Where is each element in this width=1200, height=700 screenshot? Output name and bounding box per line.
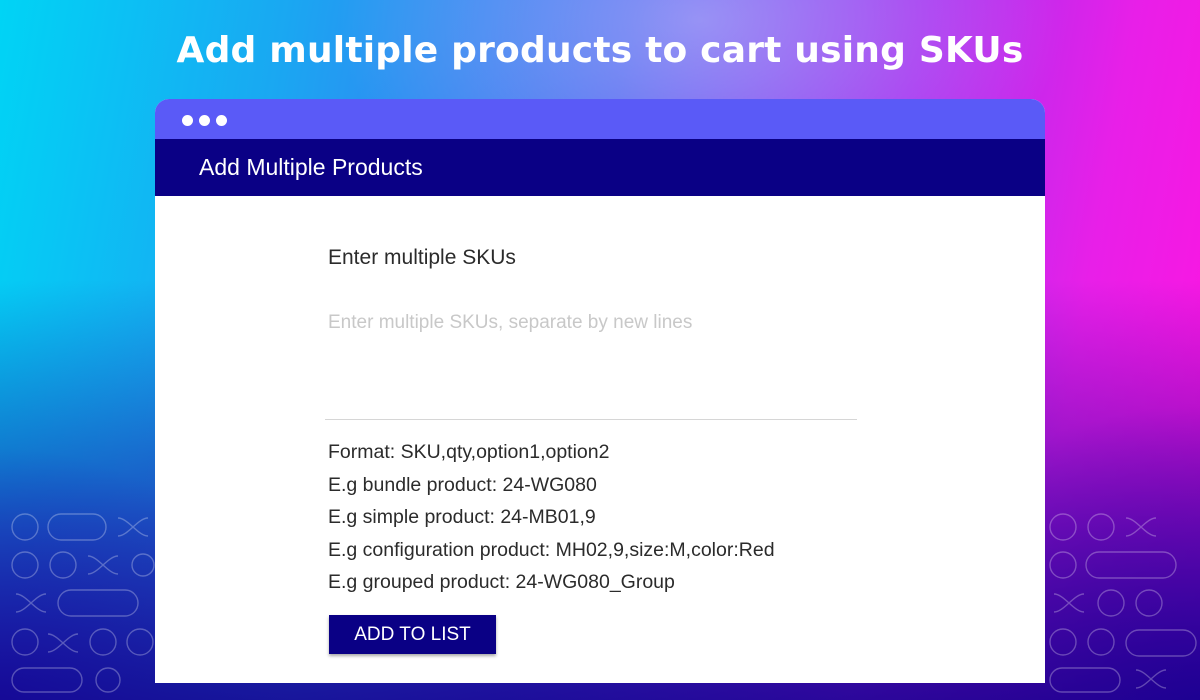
page-title: Add Multiple Products	[155, 139, 1045, 196]
headline: Add multiple products to cart using SKUs	[176, 30, 1024, 71]
form-panel: Enter multiple SKUs Format: SKU,qty,opti…	[155, 196, 1045, 683]
help-line-simple: E.g simple product: 24-MB01,9	[328, 506, 596, 528]
app-window: Add Multiple Products Enter multiple SKU…	[155, 99, 1045, 683]
help-line-configuration: E.g configuration product: MH02,9,size:M…	[328, 538, 775, 561]
sku-input[interactable]	[325, 304, 857, 420]
window-titlebar	[155, 99, 1045, 139]
help-line-grouped: E.g grouped product: 24-WG080_Group	[328, 571, 675, 593]
help-line-format: Format: SKU,qty,option1,option2	[328, 441, 610, 463]
window-dot-icon[interactable]	[199, 115, 210, 126]
add-to-list-button[interactable]: ADD TO LIST	[329, 615, 496, 654]
sku-input-label: Enter multiple SKUs	[328, 246, 516, 269]
help-line-bundle: E.g bundle product: 24-WG080	[328, 473, 597, 496]
window-dot-icon[interactable]	[182, 115, 193, 126]
loop-pattern-icon	[11, 513, 155, 693]
loop-pattern-icon	[1049, 513, 1197, 693]
window-dot-icon[interactable]	[216, 115, 227, 126]
format-help: Format: SKU,qty,option1,option2 E.g bund…	[328, 436, 775, 599]
